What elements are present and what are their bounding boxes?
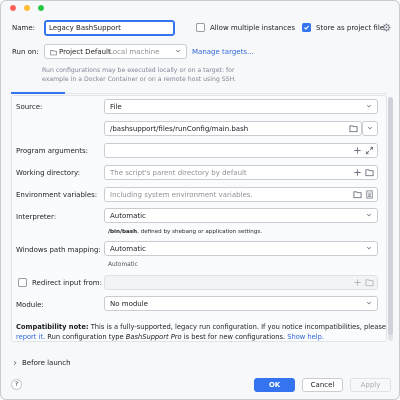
help-button[interactable]: ? [11, 379, 22, 390]
checkmark-icon [304, 25, 310, 30]
before-launch-toggle[interactable]: Before launch [22, 359, 71, 367]
interpreter-value: Automatic [110, 212, 146, 220]
working-directory-placeholder: The script's parent directory by default [110, 169, 247, 177]
module-value: No module [110, 300, 148, 308]
tab-indicator [11, 92, 65, 94]
redirect-input-field[interactable] [104, 275, 378, 290]
compatibility-note-text: This is a fully-supported, legacy run co… [88, 323, 386, 331]
folder-icon[interactable] [365, 278, 374, 287]
chevron-down-icon [366, 213, 372, 217]
chevron-right-icon[interactable] [12, 360, 18, 366]
store-as-file-checkbox[interactable] [302, 23, 311, 32]
show-help-link[interactable]: Show help. [287, 333, 324, 341]
title-bar [1, 1, 399, 14]
document-icon[interactable] [365, 190, 374, 199]
chevron-down-icon [366, 301, 372, 305]
expand-icon[interactable] [365, 146, 374, 155]
interpreter-hint-text: , defined by shebang or application sett… [137, 229, 263, 235]
environment-variables-placeholder: Including system environment variables. [110, 191, 253, 199]
script-path-history-button[interactable] [362, 121, 378, 136]
windows-path-mapping-label: Windows path mapping: [16, 246, 101, 254]
script-path-input[interactable]: /bashsupport/files/runConfig/main.bash [104, 121, 362, 136]
name-input-value: Legacy BashSupport [49, 24, 121, 32]
redirect-input-label: Redirect input from: [32, 279, 102, 287]
compatibility-note-line1: Compatibility note: This is a fully-supp… [16, 322, 386, 332]
help-icon: ? [14, 380, 19, 388]
chevron-down-icon [175, 49, 181, 53]
interpreter-select[interactable]: Automatic [104, 208, 378, 223]
compatibility-note-title: Compatibility note: [16, 323, 89, 331]
close-window-button[interactable] [10, 5, 16, 11]
script-path-value: /bashsupport/files/runConfig/main.bash [110, 125, 249, 133]
run-configuration-dialog: Name: Legacy BashSupport Allow multiple … [0, 0, 400, 400]
gear-icon[interactable] [382, 23, 391, 32]
chevron-down-icon [366, 104, 372, 108]
folder-icon[interactable] [349, 124, 358, 133]
allow-multiple-checkbox[interactable] [196, 23, 205, 32]
cancel-button[interactable]: Cancel [302, 378, 343, 392]
working-directory-input[interactable]: The script's parent directory by default [104, 165, 378, 180]
interpreter-hint-path: /bin/bash [108, 229, 138, 235]
plus-icon[interactable] [353, 168, 362, 177]
plus-icon[interactable] [353, 278, 362, 287]
program-arguments-input[interactable] [104, 143, 378, 158]
working-directory-label: Working directory: [16, 169, 80, 177]
run-on-value: Project Default [59, 48, 111, 56]
redirect-input-checkbox[interactable] [18, 278, 27, 287]
module-select[interactable]: No module [104, 296, 378, 311]
source-select[interactable]: File [104, 99, 378, 114]
windows-path-mapping-value: Automatic [110, 245, 146, 253]
manage-targets-link[interactable]: Manage targets... [192, 48, 254, 56]
chevron-down-icon [366, 246, 372, 250]
compatibility-note: Compatibility note: This is a fully-supp… [16, 322, 386, 342]
bashsupport-pro-text: BashSupport Pro [125, 333, 182, 341]
compatibility-note-line2: report it. Run configuration type BashSu… [16, 332, 382, 342]
folder-icon[interactable] [353, 190, 362, 199]
windows-path-mapping-select[interactable]: Automatic [104, 241, 378, 256]
name-label: Name: [12, 24, 36, 32]
compatibility-note-text2: . Run configuration type [43, 333, 126, 341]
interpreter-label: Interpreter: [16, 213, 57, 221]
apply-button[interactable]: Apply [350, 378, 391, 392]
name-input[interactable]: Legacy BashSupport [44, 20, 175, 36]
module-label: Module: [16, 301, 44, 309]
store-as-file-label: Store as project file [316, 24, 385, 32]
windows-path-mapping-hint: Automatic [108, 262, 138, 268]
minimize-window-button[interactable] [24, 5, 30, 11]
run-on-label: Run on: [12, 48, 39, 56]
program-arguments-label: Program arguments: [16, 147, 88, 155]
interpreter-hint: /bin/bash, defined by shebang or applica… [108, 229, 262, 235]
tab-divider [65, 93, 387, 94]
run-on-help-line2: example in a Docker Container or on a re… [42, 76, 237, 83]
folder-icon [50, 50, 57, 56]
environment-variables-label: Environment variables: [16, 191, 98, 199]
source-value: File [110, 103, 122, 111]
source-label: Source: [16, 103, 43, 111]
allow-multiple-label: Allow multiple instances [210, 24, 296, 32]
folder-icon[interactable] [365, 168, 374, 177]
ok-button[interactable]: OK [254, 378, 295, 392]
compatibility-note-text3: is best for new configurations. [181, 333, 286, 341]
run-on-help-line1: Run configurations may be executed local… [42, 67, 235, 74]
plus-icon[interactable] [353, 146, 362, 155]
report-it-link[interactable]: report it [16, 333, 43, 341]
environment-variables-input[interactable]: Including system environment variables. [104, 187, 378, 202]
chevron-down-icon [367, 126, 373, 130]
run-on-select[interactable]: Project Default Local machine [44, 44, 187, 59]
run-on-secondary: Local machine [109, 48, 160, 56]
zoom-window-button[interactable] [38, 5, 44, 11]
scrollbar-thumb[interactable] [388, 97, 393, 335]
